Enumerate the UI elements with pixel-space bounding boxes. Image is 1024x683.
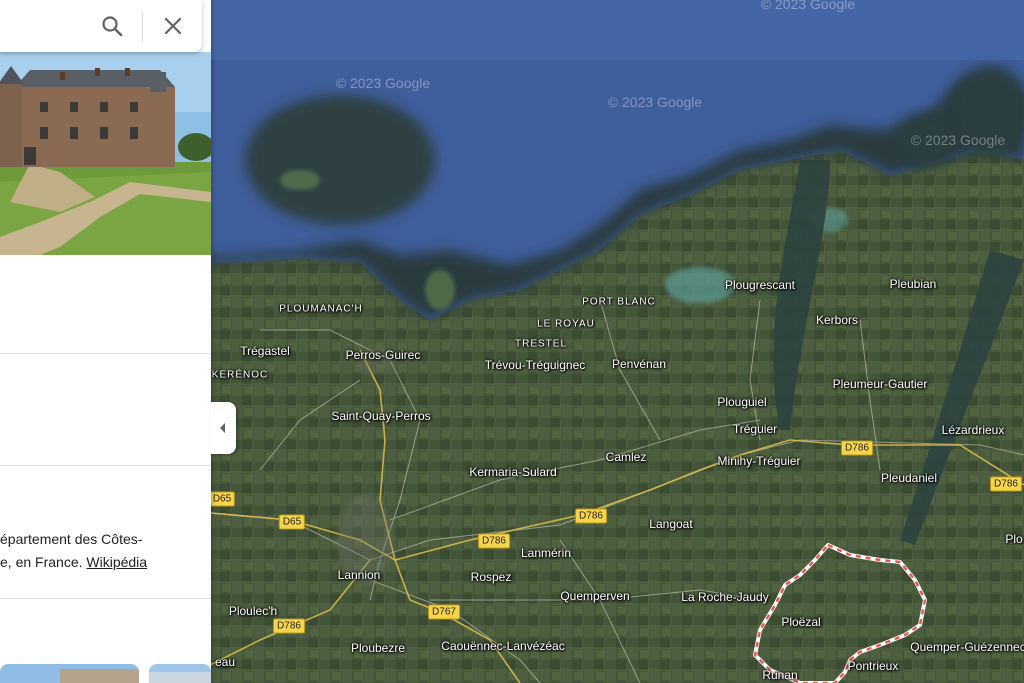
close-icon[interactable] [160,13,186,39]
road-shield: D786 [990,476,1022,492]
place-label[interactable]: Pleudaniel [881,471,937,485]
search-divider [142,12,143,42]
divider [0,598,211,599]
place-label[interactable]: PLOUMANAC'H [279,304,362,315]
photo-thumbnail[interactable] [149,664,211,683]
search-bar[interactable] [0,0,202,52]
place-label[interactable]: PORT BLANC [582,297,656,308]
place-label[interactable]: Ploulec'h [229,604,277,618]
place-label[interactable]: La Roche-Jaudy [681,590,768,604]
place-label[interactable]: Runan [762,668,797,682]
place-label[interactable]: Ploubezre [351,641,405,655]
place-label[interactable]: Trégastel [240,344,290,358]
place-label[interactable]: Pleubian [890,277,937,291]
description-text: e, en France. [0,554,83,570]
place-description: épartement des Côtes- e, en France. Wiki… [0,528,200,574]
place-label[interactable]: Pleumeur-Gautier [833,377,928,391]
place-label[interactable]: Trévou-Tréguignec [485,358,586,372]
map-copyright-watermark: © 2023 Google [910,132,1006,148]
place-label[interactable]: KERÉNOC [212,370,268,381]
place-label[interactable]: Camlez [606,450,647,464]
road-shield: D786 [575,508,607,524]
place-label[interactable]: Caouënnec-Lanvézéac [441,639,564,653]
place-label[interactable]: Pontrieux [848,659,899,673]
place-label[interactable]: TRESTEL [515,339,567,350]
wikipedia-link[interactable]: Wikipédia [86,554,147,570]
place-label[interactable]: Plougrescant [725,278,795,292]
road-shield: D767 [428,604,460,620]
description-text: épartement des Côtes- [0,531,143,547]
place-label[interactable]: Lannion [338,568,381,582]
place-label[interactable]: Plo [1005,532,1022,546]
map-copyright-watermark: © 2023 Google [607,94,703,110]
collapse-panel-button[interactable] [211,402,236,454]
place-label[interactable]: Kerbors [816,313,858,327]
divider [0,465,211,466]
place-label[interactable]: LE ROYAU [537,319,595,330]
place-label[interactable]: Lézardrieux [942,423,1005,437]
place-label[interactable]: Perros-Guirec [346,348,421,362]
place-label[interactable]: Lanmérin [521,546,571,560]
place-label[interactable]: Saint-Quay-Perros [331,409,430,423]
place-label[interactable]: Langoat [649,517,692,531]
road-shield: D786 [841,440,873,456]
place-label[interactable]: eau [215,655,235,669]
place-label[interactable]: Quemper-Guézennec [910,640,1024,654]
road-shield: D65 [278,514,306,530]
map-copyright-watermark: © 2023 Google [335,75,431,91]
place-label[interactable]: Tréguier [733,422,777,436]
road-shield: D786 [273,618,305,634]
road-shield: D65 [208,491,236,507]
place-label[interactable]: Rospez [471,570,512,584]
place-label[interactable]: Penvénan [612,357,666,371]
photo-thumbnail[interactable] [0,664,139,683]
castle-photo[interactable] [0,52,211,255]
place-label[interactable]: Ploëzal [781,615,820,629]
divider [0,353,211,354]
search-icon[interactable] [99,13,125,39]
place-label[interactable]: Plouguiel [717,395,766,409]
place-label[interactable]: Kermaria-Sulard [469,465,556,479]
chevron-left-icon [220,423,225,433]
map-copyright-watermark: © 2023 Google [760,0,856,12]
place-info-panel: épartement des Côtes- e, en France. Wiki… [0,0,211,683]
road-shield: D786 [478,533,510,549]
place-label[interactable]: Quemperven [560,589,629,603]
place-label[interactable]: Minihy-Tréguier [718,454,801,468]
